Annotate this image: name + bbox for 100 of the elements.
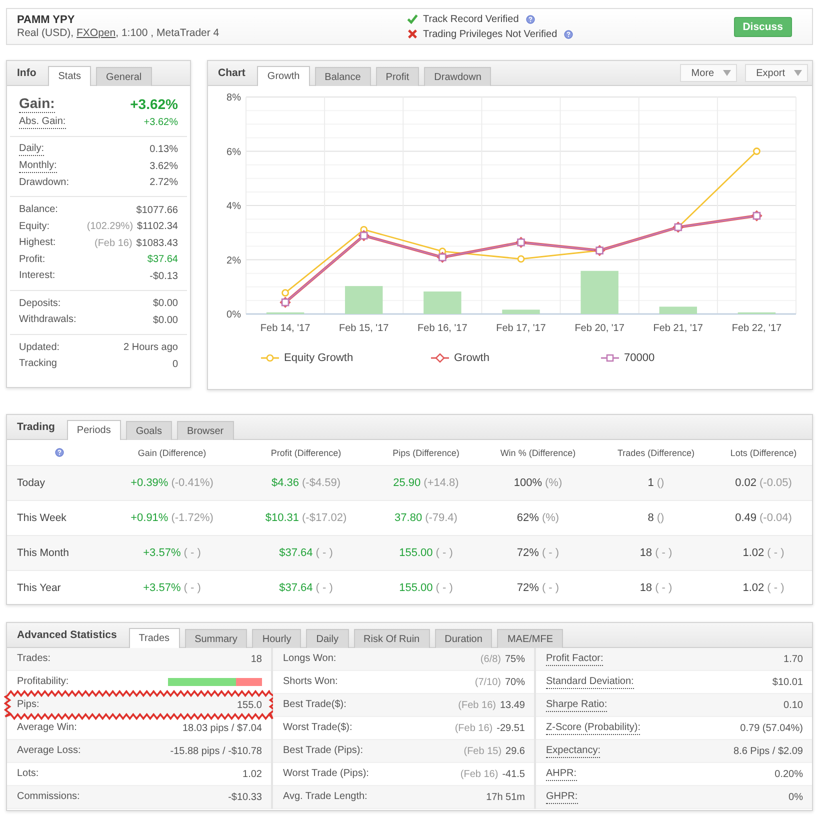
stat-label: Profit: [19, 254, 46, 266]
stat-label: GHPR: [546, 790, 578, 804]
y-axis-label: 8% [226, 92, 241, 104]
account-details: Real (USD), FXOpen, 1:100 , MetaTrader 4 [17, 26, 220, 40]
stat-value: 8.6 Pips / $2.09 [734, 746, 803, 756]
stat-value: $1083.43 [136, 238, 178, 249]
stat-value: -$10.33 [228, 792, 262, 802]
cell-value: 72% [516, 582, 539, 594]
difference-value: (-0.04) [760, 512, 792, 524]
cell-value: 18 [640, 582, 652, 594]
help-icon[interactable] [564, 30, 574, 38]
stat-label: Commissions: [17, 791, 80, 803]
stat-value: 1.02 [242, 768, 262, 780]
cell-value: +0.91% [130, 512, 168, 524]
difference-value: ( - ) [655, 547, 672, 559]
tab[interactable]: Periods [66, 420, 121, 440]
difference-value: ( - ) [436, 582, 453, 594]
cell-value: 18 [640, 547, 652, 559]
tab[interactable]: MAE/MFE [497, 629, 563, 648]
legend-label[interactable]: 70000 [624, 352, 655, 364]
difference-value: ( - ) [767, 547, 784, 559]
cell-value: 25.90 [393, 477, 421, 489]
stat-value: -29.51 [496, 722, 525, 734]
tab[interactable]: Duration [434, 629, 492, 648]
dropdown-button[interactable]: Export [745, 64, 808, 82]
account-title: PAMM YPY [17, 14, 75, 26]
panel-heading: Advanced Statistics [17, 629, 117, 641]
stat-value: 0.20% [774, 768, 803, 780]
stat-label: Interest: [19, 270, 56, 282]
x-axis-label: Feb 22, '17 [732, 323, 782, 334]
panel-heading: Trading [17, 421, 55, 433]
difference-value: (%) [545, 477, 562, 489]
broker-link[interactable]: FXOpen [76, 26, 116, 38]
verification-label: Track Record Verified [423, 14, 519, 24]
stat-label: Drawdown: [19, 176, 70, 189]
difference-value: (-0.41%) [171, 477, 214, 489]
cell-value: +3.57% [143, 582, 181, 594]
legend-label[interactable]: Equity Growth [284, 352, 354, 364]
stat-label: Average Win: [17, 722, 77, 734]
difference-value: (+14.8) [424, 477, 459, 489]
stat-label: Standard Deviation: [546, 676, 634, 688]
column-header: Lots (Difference) [730, 448, 797, 458]
period-label: This Year [17, 582, 61, 594]
stat-value: $1102.34 [137, 221, 178, 232]
stat-value: 13.49 [500, 700, 525, 710]
stat-note: (Feb 16) [460, 768, 498, 780]
stat-label: Monthly: [19, 160, 57, 173]
tab[interactable]: Hourly [252, 629, 302, 648]
stat-label: Profit Factor: [546, 652, 604, 666]
tab[interactable]: Trades [128, 628, 180, 648]
stat-value: 0.79 (57.04%) [740, 722, 803, 734]
tab[interactable]: Balance [314, 67, 371, 86]
stat-label: Equity: [19, 220, 50, 233]
difference-value: ( - ) [436, 547, 453, 559]
stat-value: $0.00 [152, 314, 178, 326]
cell-value: 1.02 [742, 582, 764, 594]
tab[interactable]: Stats [48, 66, 92, 86]
stat-label: Daily: [19, 143, 44, 156]
cell-value: 155.00 [399, 547, 433, 559]
stat-label: Avg. Trade Length: [283, 791, 368, 803]
column-header: Pips (Difference) [392, 448, 460, 458]
panel-heading: Chart [218, 67, 246, 79]
help-icon[interactable] [526, 14, 535, 24]
column-header: Win % (Difference) [500, 448, 576, 458]
stat-label: Worst Trade($): [283, 722, 352, 734]
x-axis-label: Feb 17, '17 [496, 323, 546, 334]
tab[interactable]: Drawdown [424, 67, 492, 86]
tab[interactable]: General [96, 67, 152, 86]
cell-value: $37.64 [279, 547, 313, 559]
stat-label: Expectancy: [546, 744, 600, 758]
stat-value: 2 Hours ago [124, 342, 178, 354]
difference-value: ( - ) [184, 547, 201, 559]
tab[interactable]: Goals [126, 421, 172, 440]
stat-note: (Feb 16) [454, 722, 493, 734]
legend-label[interactable]: Growth [454, 352, 490, 364]
stat-value: $37.64 [147, 254, 178, 266]
period-label: Today [17, 477, 46, 489]
stat-value: $10.01 [772, 676, 803, 688]
tab[interactable]: Daily [306, 629, 348, 648]
difference-value: (-0.05) [760, 477, 792, 489]
difference-value: ( - ) [542, 582, 560, 594]
stat-label: Deposits: [19, 298, 61, 310]
stat-label: Best Trade (Pips): [283, 745, 364, 757]
stat-value: 70% [504, 676, 525, 688]
tab[interactable]: Growth [257, 66, 310, 86]
y-axis-label: 2% [226, 255, 241, 266]
stat-value: 18 [250, 654, 262, 664]
stat-label: Tracking [19, 358, 57, 370]
tab[interactable]: Risk Of Ruin [354, 629, 430, 648]
tab[interactable]: Browser [176, 421, 234, 440]
data-point [517, 255, 525, 263]
cell-value: 62% [516, 512, 539, 524]
tab[interactable]: Profit [376, 67, 420, 86]
help-icon[interactable] [55, 448, 64, 457]
tab[interactable]: Summary [184, 629, 248, 648]
stat-value: 17h 51m [486, 792, 525, 802]
dropdown-button[interactable]: More [680, 64, 738, 82]
stat-value: $1077.66 [136, 204, 178, 216]
stat-value: -15.88 pips / -$10.78 [170, 746, 262, 756]
x-axis-label: Feb 15, '17 [339, 323, 389, 334]
